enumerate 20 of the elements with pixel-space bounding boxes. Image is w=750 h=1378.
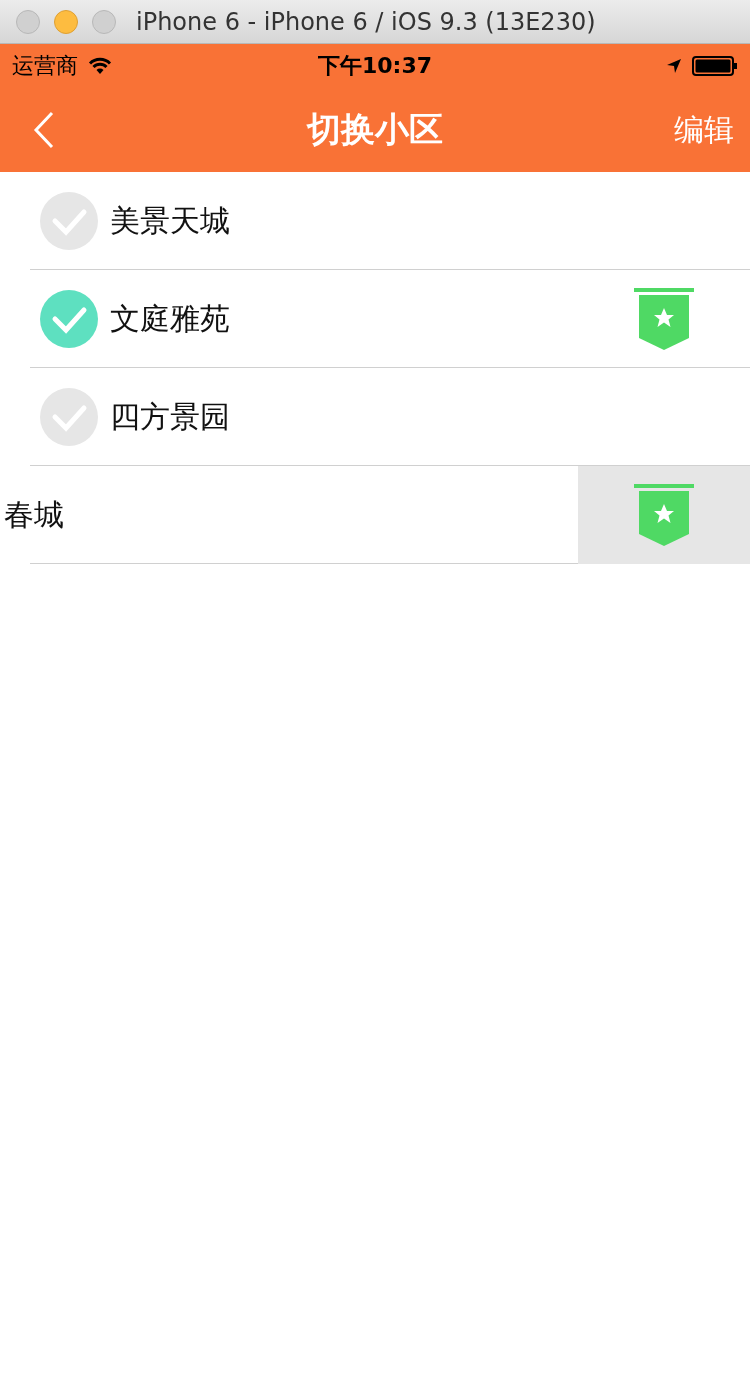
star-ribbon-icon [634, 484, 694, 546]
set-default-button[interactable] [578, 466, 750, 564]
status-time: 下午10:37 [317, 52, 433, 80]
close-icon[interactable] [16, 9, 40, 34]
community-name[interactable]: 文庭雅苑 [110, 298, 230, 340]
zoom-icon[interactable] [92, 9, 116, 34]
carrier-label: 运营商 [12, 52, 78, 80]
window-title: iPhone 6 - iPhone 6 / iOS 9.3 (13E230) [136, 7, 596, 36]
community-name[interactable]: 美景天城 [110, 200, 230, 242]
check-circle-icon[interactable] [40, 290, 98, 348]
location-arrow-icon [666, 58, 682, 74]
nav-title: 切换小区 [305, 108, 444, 151]
check-circle-icon[interactable] [40, 192, 98, 250]
battery-icon [692, 56, 738, 76]
community-name[interactable]: 春城 [4, 494, 64, 536]
wifi-icon [88, 57, 112, 75]
minimize-icon[interactable] [54, 9, 78, 34]
community-name[interactable]: 四方景园 [110, 396, 230, 438]
back-icon[interactable] [32, 110, 56, 150]
check-circle-icon[interactable] [40, 388, 98, 446]
